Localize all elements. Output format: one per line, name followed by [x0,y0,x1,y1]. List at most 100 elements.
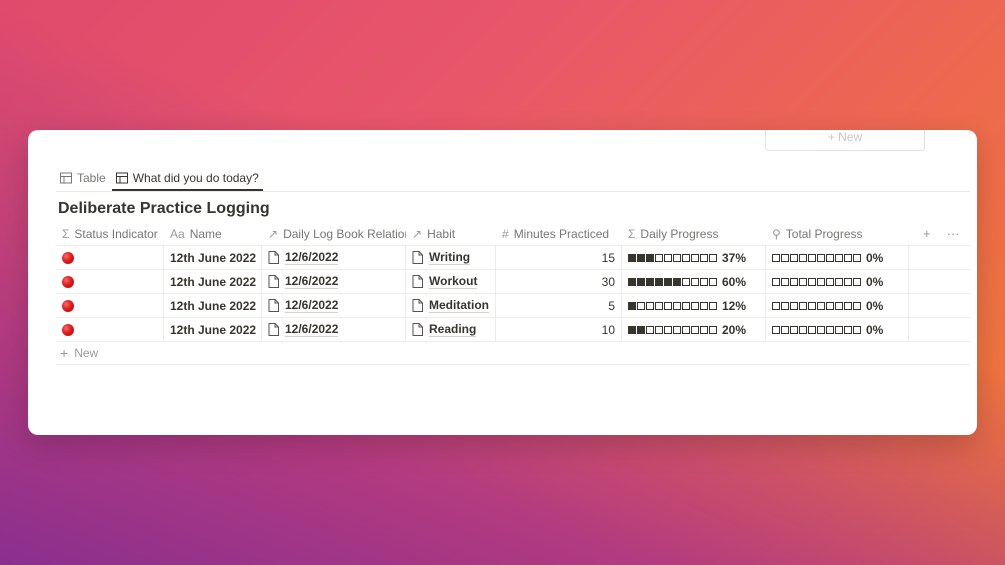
progress-square [799,326,807,335]
status-indicator-cell[interactable] [56,318,164,341]
database-table: Σ Status Indicator Aa Name ↗ Daily Log Book… [56,222,970,365]
page-icon [412,299,423,312]
name-text: 12th June 2022 [170,250,257,265]
relation-link[interactable]: 12/6/2022 [285,298,339,313]
column-header-name[interactable]: Aa Name [164,222,262,245]
status-indicator-cell[interactable] [56,294,164,317]
daily-progress-cell[interactable]: 20% [622,318,766,341]
column-label: Daily Log Book Relation [283,226,406,241]
daily-progress-percent: 12% [722,298,747,313]
relation-link[interactable]: 12/6/2022 [285,274,339,289]
progress-square [628,326,636,335]
tab-what-did-you-do-today[interactable]: What did you do today? [111,166,263,191]
progress-square [817,254,825,263]
progress-square [655,326,663,335]
table-body: 12th June 2022 12/6/2022 Writing 15 37% 0% 12t… [56,246,970,342]
status-indicator-cell[interactable] [56,246,164,269]
minutes-cell[interactable]: 30 [496,270,622,293]
more-options-icon[interactable]: ··· [947,226,960,241]
minutes-cell[interactable]: 15 [496,246,622,269]
progress-square [772,254,780,263]
table-row[interactable]: 12th June 2022 12/6/2022 Workout 30 60% 0% [56,270,970,294]
relation-cell[interactable]: 12/6/2022 [262,246,406,269]
daily-progress-cell[interactable]: 37% [622,246,766,269]
habit-link[interactable]: Reading [429,322,477,337]
table-icon [60,172,72,184]
habit-link[interactable]: Meditation [429,298,489,313]
ghost-new-button[interactable]: + New [765,130,925,151]
column-header-daily-progress[interactable]: Σ Daily Progress [622,222,766,245]
column-label: Daily Progress [640,226,719,241]
progress-square [700,254,708,263]
progress-square [646,278,654,287]
progress-square [808,302,816,311]
total-progress-cell[interactable]: 0% [766,246,909,269]
daily-progress-cell[interactable]: 12% [622,294,766,317]
database-title: Deliberate Practice Logging [58,200,270,217]
minutes-cell[interactable]: 10 [496,318,622,341]
add-property-icon[interactable]: + [923,226,931,241]
progress-square [835,254,843,263]
daily-progress-bar [628,251,718,265]
progress-square [772,278,780,287]
progress-square [844,278,852,287]
habit-link[interactable]: Writing [429,250,471,265]
minutes-cell[interactable]: 5 [496,294,622,317]
progress-square [682,326,690,335]
relation-link[interactable]: 12/6/2022 [285,250,339,265]
progress-square [853,302,861,311]
column-header-minutes-practiced[interactable]: # Minutes Practiced [496,222,622,245]
column-header-daily-log-book-relation[interactable]: ↗ Daily Log Book Relation [262,222,406,245]
total-progress-cell[interactable]: 0% [766,270,909,293]
daily-progress-bar [628,323,718,337]
progress-square [646,254,654,263]
new-row-button[interactable]: + New [56,342,970,365]
progress-square [817,302,825,311]
progress-square [637,302,645,311]
relation-cell[interactable]: 12/6/2022 [262,270,406,293]
page-icon [268,299,279,312]
progress-square [637,254,645,263]
habit-link[interactable]: Workout [429,274,478,289]
column-header-total-progress[interactable]: ⚲ Total Progress [766,222,909,245]
progress-square [790,254,798,263]
habit-cell[interactable]: Workout [406,270,496,293]
total-progress-cell[interactable]: 0% [766,318,909,341]
habit-cell[interactable]: Meditation [406,294,496,317]
total-progress-cell[interactable]: 0% [766,294,909,317]
column-header-habit[interactable]: ↗ Habit [406,222,496,245]
name-cell[interactable]: 12th June 2022 [164,318,262,341]
minutes-value: 5 [608,298,615,313]
relation-cell[interactable]: 12/6/2022 [262,318,406,341]
progress-square [628,278,636,287]
tab-table[interactable]: Table [56,166,110,190]
progress-square [637,278,645,287]
table-row[interactable]: 12th June 2022 12/6/2022 Reading 10 20% 0% [56,318,970,342]
progress-square [817,278,825,287]
progress-square [709,278,717,287]
progress-square [655,302,663,311]
status-indicator-cell[interactable] [56,270,164,293]
progress-square [628,302,636,311]
row-spacer-cell [909,318,970,341]
progress-square [700,278,708,287]
formula-icon: Σ [62,226,70,241]
table-row[interactable]: 12th June 2022 12/6/2022 Writing 15 37% 0% [56,246,970,270]
progress-square [664,278,672,287]
daily-progress-cell[interactable]: 60% [622,270,766,293]
daily-progress-bar [628,299,718,313]
table-header: Σ Status Indicator Aa Name ↗ Daily Log Book… [56,222,970,246]
relation-cell[interactable]: 12/6/2022 [262,294,406,317]
name-cell[interactable]: 12th June 2022 [164,246,262,269]
progress-square [826,254,834,263]
column-header-status-indicator[interactable]: Σ Status Indicator [56,222,164,245]
column-label: Status Indicator [74,226,158,241]
habit-cell[interactable]: Reading [406,318,496,341]
relation-link[interactable]: 12/6/2022 [285,322,339,337]
table-row[interactable]: 12th June 2022 12/6/2022 Meditation 5 12% 0% [56,294,970,318]
name-cell[interactable]: 12th June 2022 [164,270,262,293]
progress-square [844,254,852,263]
habit-cell[interactable]: Writing [406,246,496,269]
name-cell[interactable]: 12th June 2022 [164,294,262,317]
progress-square [790,278,798,287]
